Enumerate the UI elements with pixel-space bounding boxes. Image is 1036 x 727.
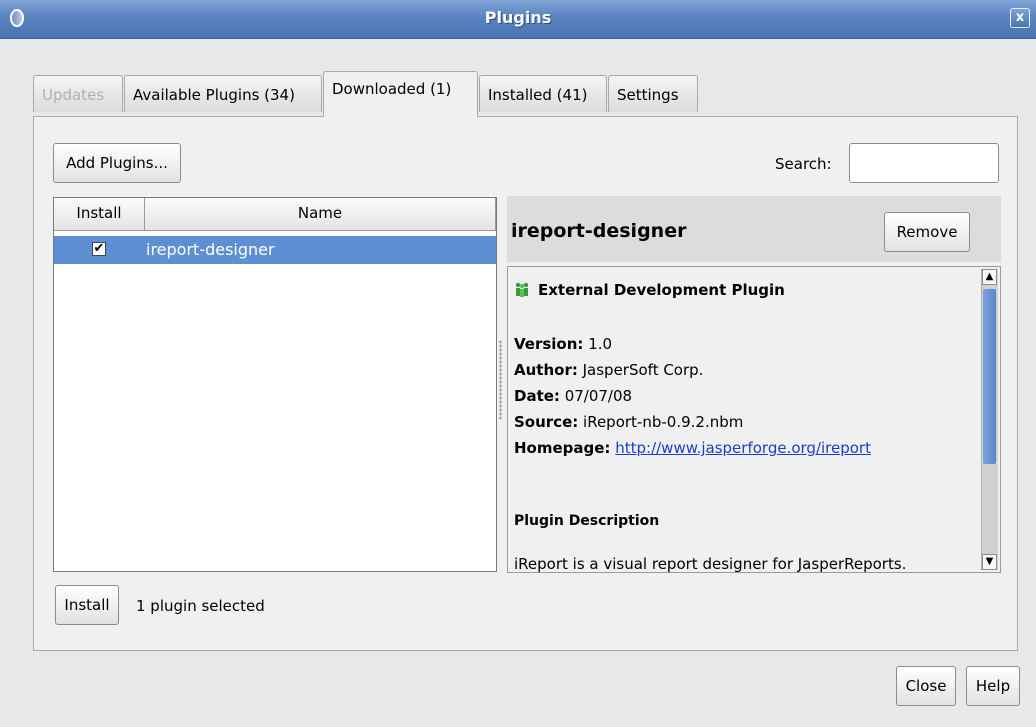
homepage-link[interactable]: http://www.jasperforge.org/ireport xyxy=(615,439,871,457)
author-value: JasperSoft Corp. xyxy=(582,361,704,379)
plugins-table[interactable]: Install Name ✔ ireport-designer xyxy=(53,197,497,572)
window-title: Plugins xyxy=(484,8,552,27)
help-button[interactable]: Help xyxy=(966,666,1020,706)
detail-scrollbar[interactable]: ▲ ▼ xyxy=(981,269,998,570)
plugin-category: External Development Plugin xyxy=(514,281,785,299)
add-plugins-button[interactable]: Add Plugins... xyxy=(53,143,181,183)
column-header-name[interactable]: Name xyxy=(145,198,496,231)
version-row: Version: 1.0 xyxy=(514,335,612,353)
version-label: Version: xyxy=(514,335,584,353)
homepage-row: Homepage: http://www.jasperforge.org/ire… xyxy=(514,439,871,457)
install-checkbox[interactable]: ✔ xyxy=(92,242,106,256)
tab-available-plugins[interactable]: Available Plugins (34) xyxy=(124,75,322,112)
source-label: Source: xyxy=(514,413,579,431)
selection-status: 1 plugin selected xyxy=(136,597,265,615)
author-row: Author: JasperSoft Corp. xyxy=(514,361,703,379)
source-row: Source: iReport-nb-0.9.2.nbm xyxy=(514,413,743,431)
homepage-label: Homepage: xyxy=(514,439,611,457)
search-label: Search: xyxy=(775,155,832,173)
tab-updates: Updates xyxy=(33,75,123,112)
source-value: iReport-nb-0.9.2.nbm xyxy=(583,413,744,431)
plugin-category-text: External Development Plugin xyxy=(538,281,785,299)
tab-settings[interactable]: Settings xyxy=(608,75,698,112)
column-header-install[interactable]: Install xyxy=(54,198,145,231)
people-icon xyxy=(515,282,529,297)
install-button[interactable]: Install xyxy=(55,585,119,625)
tab-downloaded[interactable]: Downloaded (1) xyxy=(323,71,478,117)
title-bar: Plugins x xyxy=(0,0,1036,39)
date-row: Date: 07/07/08 xyxy=(514,387,632,405)
tab-installed[interactable]: Installed (41) xyxy=(479,75,607,112)
search-input[interactable] xyxy=(849,143,999,183)
version-value: 1.0 xyxy=(588,335,613,353)
plugin-detail-title: ireport-designer xyxy=(511,220,687,242)
plugin-name-cell: ireport-designer xyxy=(146,240,275,259)
description-heading: Plugin Description xyxy=(514,513,660,529)
scroll-up-icon[interactable]: ▲ xyxy=(982,269,997,285)
author-label: Author: xyxy=(514,361,578,379)
plugin-detail-body: External Development Plugin Version: 1.0… xyxy=(507,266,1001,573)
table-row[interactable]: ✔ ireport-designer xyxy=(54,236,496,264)
split-pane-divider[interactable] xyxy=(499,340,502,420)
date-value: 07/07/08 xyxy=(564,387,633,405)
window-close-button[interactable]: x xyxy=(1010,8,1030,28)
close-button[interactable]: Close xyxy=(896,666,956,706)
date-label: Date: xyxy=(514,387,560,405)
scroll-down-icon[interactable]: ▼ xyxy=(982,554,997,570)
scroll-thumb[interactable] xyxy=(983,289,996,464)
remove-button[interactable]: Remove xyxy=(884,212,970,252)
close-icon: x xyxy=(1015,10,1025,25)
description-text: iReport is a visual report designer for … xyxy=(514,555,907,573)
